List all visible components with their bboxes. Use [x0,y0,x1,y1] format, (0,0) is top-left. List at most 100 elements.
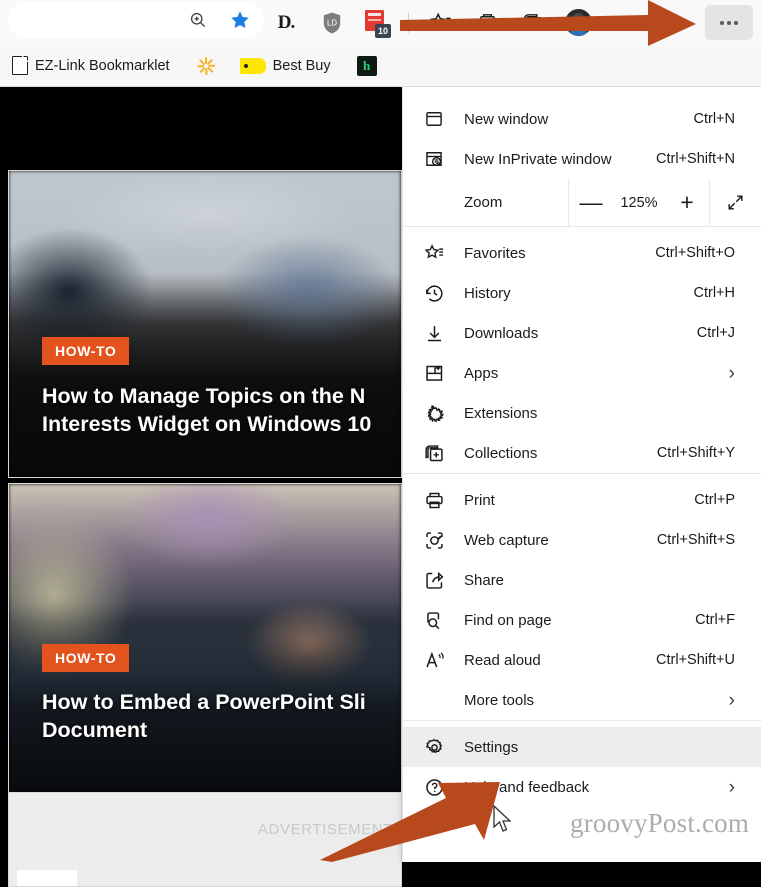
dot [720,20,724,25]
menu-item-shortcut: Ctrl+Shift+N [656,151,735,167]
collections-plus-icon [423,442,445,464]
zoom-out-button[interactable]: — [569,179,613,226]
menu-item-history[interactable]: History Ctrl+H [403,273,761,313]
green-h-icon: h [356,55,377,76]
article-list: HOW-TO How to Manage Topics on the N Int… [8,170,402,887]
ad-placeholder-block [17,870,77,886]
menu-item-label: Downloads [464,324,539,342]
menu-item-label: Apps [464,364,499,382]
menu-item-downloads[interactable]: Downloads Ctrl+J [403,313,761,353]
menu-group-settings: Settings Help and feedback › [403,721,761,807]
ad-strip: ADVERTISEMENT [8,793,402,887]
mouse-cursor [493,805,512,832]
menu-item-label: Collections [464,444,538,462]
chevron-right-icon: › [728,362,735,384]
favorites-icon[interactable] [427,9,455,37]
menu-item-label: Read aloud [464,651,541,669]
apps-grid-icon [423,362,445,384]
menu-item-shortcut: Ctrl+Shift+O [655,245,735,261]
menu-item-extensions[interactable]: Extensions [403,393,761,433]
more-button[interactable] [705,5,753,40]
extension-glyph: D. [277,11,296,33]
menu-item-label: More tools [464,691,535,709]
menu-item-label: Web capture [464,531,549,549]
edge-settings-menu[interactable]: New tab Ctrl+T New window Ctrl+N New InP… [402,0,761,862]
chevron-right-icon: › [728,689,735,711]
menu-item-shortcut: Ctrl+N [693,111,736,127]
article-title-1: How to Manage Topics on the N Interests … [42,384,372,436]
menu-item-label: Extensions [464,404,538,422]
favorites-star-list-icon [423,242,445,264]
menu-item-collections[interactable]: Collections Ctrl+Shift+Y [403,433,761,473]
howto-badge: HOW-TO [42,337,130,365]
bookmarks-bar: EZ-Link Bookmarklet Best Buy h [0,45,761,87]
article-card-1[interactable]: HOW-TO How to Manage Topics on the N Int… [8,170,402,478]
menu-item-label: Help and feedback [464,778,590,796]
add-collection-icon[interactable] [519,9,547,37]
watermark: groovyPost.com [570,808,750,838]
bookmark-label: Best Buy [272,57,331,74]
dashlane-extension-icon[interactable]: D. [272,9,300,37]
bookmark-walmart[interactable] [196,56,216,76]
menu-item-find-on-page[interactable]: Find on page Ctrl+F [403,600,761,640]
toolbar-extension-icons: D. LD 10 [272,0,592,45]
menu-item-settings[interactable]: Settings [403,727,761,767]
menu-item-label: History [464,284,511,302]
read-aloud-icon [423,649,445,671]
printer-icon [423,489,445,511]
menu-group-tools: Print Ctrl+P Web capture Ctrl+Shift+S Sh… [403,474,761,720]
share-icon [423,569,445,591]
bookmark-hulu[interactable]: h [356,55,377,76]
zoom-value: 125% [620,194,658,211]
menu-item-label: Share [464,571,505,589]
image-overlay [9,484,401,792]
collections-icon[interactable] [473,9,501,37]
dot [734,20,738,25]
fullscreen-button[interactable] [709,179,761,226]
menu-item-read-aloud[interactable]: Read aloud Ctrl+Shift+U [403,640,761,680]
walmart-spark-icon [196,56,216,76]
pdf-extension-icon[interactable]: 10 [364,9,391,38]
bookmark-label: EZ-Link Bookmarklet [35,57,170,74]
svg-text:LD: LD [327,18,337,27]
menu-item-label: New InPrivate window [464,150,612,168]
menu-item-print[interactable]: Print Ctrl+P [403,480,761,520]
zoom-row: Zoom — 125% + [403,179,761,226]
browser-toolbar: D. LD 10 [0,0,761,45]
menu-item-shortcut: Ctrl+H [693,285,736,301]
menu-item-apps[interactable]: Apps › [403,353,761,393]
menu-item-shortcut: Ctrl+Shift+S [656,532,735,548]
menu-item-share[interactable]: Share [403,560,761,600]
chevron-right-icon: › [728,776,735,798]
menu-item-label: Settings [464,738,519,756]
menu-item-favorites[interactable]: Favorites Ctrl+Shift+O [403,233,761,273]
web-capture-icon [423,529,445,551]
menu-item-shortcut: Ctrl+Shift+U [656,652,735,668]
question-circle-icon [423,776,445,798]
article-card-2[interactable]: HOW-TO How to Embed a PowerPoint Sli Doc… [8,483,402,793]
gear-icon [423,736,445,758]
bookmark-ez-link-bookmarklet[interactable]: EZ-Link Bookmarklet [12,55,170,75]
extensions-puzzle-icon [423,402,445,424]
address-bar[interactable] [8,2,264,38]
document-icon [12,55,29,75]
menu-item-new-window[interactable]: New window Ctrl+N [403,99,761,139]
zoom-label: Zoom [464,194,503,211]
bookmark-best-buy[interactable]: Best Buy [239,57,331,74]
menu-item-label: Favorites [464,244,526,262]
zoom-in-icon[interactable] [184,6,212,34]
menu-item-help-and-feedback[interactable]: Help and feedback › [403,767,761,807]
menu-item-new-inprivate-window[interactable]: New InPrivate window Ctrl+Shift+N [403,139,761,179]
zoom-in-button[interactable]: + [665,179,709,226]
shield-extension-icon[interactable]: LD [318,9,346,37]
favorite-star-icon[interactable] [226,6,254,34]
menu-item-web-capture[interactable]: Web capture Ctrl+Shift+S [403,520,761,560]
menu-item-shortcut: Ctrl+P [694,492,735,508]
download-arrow-icon [423,322,445,344]
yellow-tag-icon [239,57,266,74]
profile-avatar[interactable] [565,9,592,36]
zoom-controls: — 125% + [568,179,761,226]
menu-item-more-tools[interactable]: More tools › [403,680,761,720]
advertisement-slot: ADVERTISEMENT [8,793,402,887]
advertisement-label: ADVERTISEMENT [257,821,393,838]
